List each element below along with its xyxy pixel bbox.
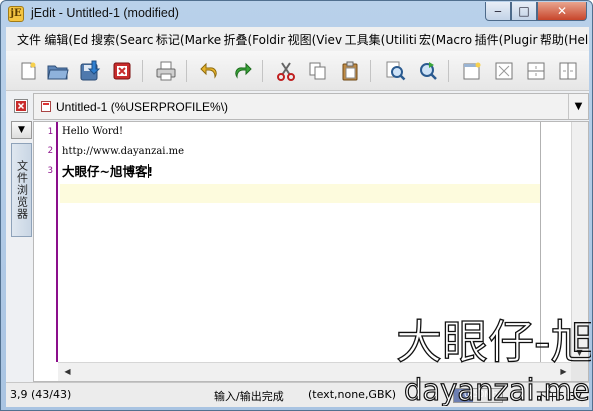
menu-file[interactable]: 文件 — [15, 31, 42, 48]
horizontal-scrollbar[interactable]: ◀ ▶ — [58, 362, 573, 381]
scroll-corner — [571, 362, 588, 381]
text-line: http://www.dayanzai.me — [62, 146, 185, 157]
file-browser-tab[interactable]: 文件浏览器 — [11, 143, 32, 237]
text-line: Hello Word! — [62, 126, 124, 137]
print-icon[interactable] — [154, 59, 178, 83]
menu-utilities[interactable]: 工具集(Utiliti — [343, 31, 417, 48]
toolbar-separator — [142, 60, 143, 82]
text-editor[interactable]: 1 2 3 Hello Word! http://www.dayanzai.me… — [33, 121, 589, 382]
buffer-switcher[interactable]: Untitled-1 (%USERPROFILE%\) ▼ — [33, 93, 589, 120]
clock: 下午5:37 — [536, 390, 583, 403]
text-caret — [148, 164, 149, 178]
buffer-dropdown-button[interactable]: ▼ — [568, 94, 588, 119]
maximize-button[interactable]: □ — [511, 2, 537, 21]
minimize-button[interactable]: ‒ — [485, 2, 511, 21]
copy-icon[interactable] — [306, 59, 330, 83]
toolbar-separator — [262, 60, 263, 82]
new-view-icon[interactable] — [460, 59, 484, 83]
find-replace-icon[interactable] — [416, 59, 440, 83]
vertical-scrollbar[interactable]: ▼ — [571, 122, 588, 362]
find-icon[interactable] — [384, 59, 408, 83]
memory-gauge[interactable]: 20/50Mb — [453, 388, 503, 403]
save-icon[interactable] — [78, 59, 102, 83]
status-bar: 3,9 (43/43) 输入/输出完成 (text,none,GBK) 20/5… — [6, 382, 589, 407]
new-file-icon[interactable] — [16, 59, 40, 83]
toolbar-separator — [448, 60, 449, 82]
client-area: 文件 编辑(Ed 搜索(Searc 标记(Marke 折叠(Foldir 视图(… — [6, 27, 589, 407]
scroll-left-icon[interactable]: ◀ — [60, 364, 75, 379]
redo-icon[interactable] — [230, 59, 254, 83]
menu-folding[interactable]: 折叠(Foldir — [221, 31, 285, 48]
menu-plugins[interactable]: 插件(Plugir — [473, 31, 538, 48]
menu-bar: 文件 编辑(Ed 搜索(Searc 标记(Marke 折叠(Foldir 视图(… — [6, 27, 589, 51]
jedit-logo-icon: jE — [8, 6, 24, 22]
close-dock-icon[interactable] — [14, 99, 28, 113]
paste-icon[interactable] — [338, 59, 362, 83]
menu-markers[interactable]: 标记(Marke — [154, 31, 222, 48]
caret-position[interactable]: 3,9 (43/43) — [10, 388, 71, 401]
unsplit-icon[interactable] — [492, 59, 516, 83]
cut-icon[interactable] — [274, 59, 298, 83]
menu-search[interactable]: 搜索(Searc — [89, 31, 154, 48]
buffer-mode[interactable]: (text,none,GBK) — [308, 388, 396, 401]
line-number: 3 — [47, 166, 53, 176]
dock-menu-button[interactable]: ▼ — [11, 121, 32, 139]
file-browser-label: 文件浏览器 — [15, 160, 29, 220]
menu-edit[interactable]: 编辑(Ed — [42, 31, 89, 48]
scroll-down-icon[interactable]: ▼ — [572, 345, 587, 360]
file-icon — [41, 101, 51, 112]
close-buffer-icon[interactable] — [110, 59, 134, 83]
text-line: 大眼仔~旭博客! — [62, 164, 154, 179]
title-bar[interactable]: jE jEdit - Untitled-1 (modified) ‒ □ ✕ — [1, 1, 592, 27]
undo-icon[interactable] — [198, 59, 222, 83]
menu-macros[interactable]: 宏(Macro — [417, 31, 473, 48]
toolbar — [6, 51, 589, 91]
line-number: 2 — [47, 146, 53, 156]
menu-view[interactable]: 视图(Viev — [286, 31, 343, 48]
memory-text: 20/50Mb — [458, 390, 498, 400]
split-vertical-icon[interactable] — [556, 59, 580, 83]
app-window: jE jEdit - Untitled-1 (modified) ‒ □ ✕ 文… — [0, 0, 593, 411]
status-message: 输入/输出完成 — [214, 390, 284, 403]
menu-help[interactable]: 帮助(Hel — [538, 31, 589, 48]
line-number: 1 — [47, 127, 53, 137]
wrap-guide — [540, 122, 541, 362]
buffer-title: Untitled-1 (%USERPROFILE%\) — [56, 100, 229, 114]
open-folder-icon[interactable] — [46, 59, 70, 83]
toolbar-separator — [370, 60, 371, 82]
toolbar-separator — [186, 60, 187, 82]
split-horizontal-icon[interactable] — [524, 59, 548, 83]
line-number-gutter[interactable]: 1 2 3 — [34, 122, 58, 362]
scroll-right-icon[interactable]: ▶ — [556, 364, 571, 379]
text-area[interactable]: Hello Word! http://www.dayanzai.me 大眼仔~旭… — [60, 122, 540, 362]
close-window-button[interactable]: ✕ — [537, 2, 587, 21]
window-title: jEdit - Untitled-1 (modified) — [31, 6, 179, 20]
